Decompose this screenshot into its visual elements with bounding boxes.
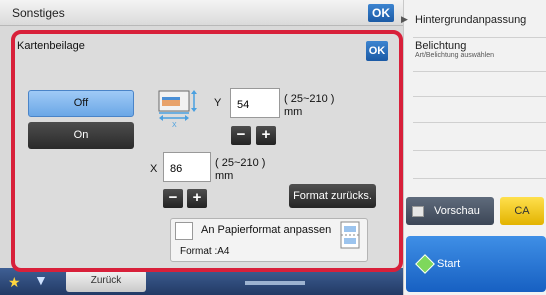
y-label: Y — [214, 97, 222, 109]
expand-arrow-icon[interactable]: ▶ — [401, 14, 408, 25]
chevron-down-icon[interactable]: ▼ — [34, 272, 48, 288]
ca-button[interactable]: CA — [500, 197, 544, 225]
x-decrease-button[interactable]: − — [163, 189, 183, 208]
side-divider — [413, 150, 546, 151]
side-divider — [413, 122, 546, 123]
start-label: Start — [437, 258, 461, 270]
format-value: Format :A4 — [180, 246, 230, 257]
side-divider — [413, 178, 546, 179]
background-title: Sonstiges — [12, 6, 65, 20]
x-increase-button[interactable]: + — [187, 189, 207, 208]
svg-text:X: X — [172, 122, 177, 128]
back-button[interactable]: Zurück — [66, 270, 146, 292]
y-unit: mm — [284, 106, 303, 118]
star-icon[interactable]: ★ — [8, 274, 21, 291]
side-item-sublabel: Art/Belichtung auswählen — [415, 52, 494, 59]
side-item-label: Belichtung — [415, 40, 467, 52]
x-range-hint: ( 25~210 ) — [215, 157, 266, 169]
x-value-input[interactable] — [163, 152, 211, 182]
bottom-bar — [0, 268, 403, 295]
bottom-scroll-indicator — [245, 281, 305, 285]
x-unit: mm — [215, 170, 234, 182]
dialog-ok-button[interactable]: OK — [366, 41, 388, 61]
off-button[interactable]: Off — [28, 90, 134, 117]
fit-paper-icon — [340, 221, 360, 249]
on-button[interactable]: On — [28, 122, 134, 149]
card-position-icon: X — [158, 90, 197, 128]
side-item-label: Hintergrundanpassung — [415, 14, 527, 26]
background-ok-button[interactable]: OK — [368, 4, 394, 22]
side-divider — [413, 96, 546, 97]
preview-icon — [412, 206, 424, 217]
y-decrease-button[interactable]: − — [231, 126, 251, 145]
x-label: X — [150, 163, 158, 175]
fit-paper-label: An Papierformat anpassen — [201, 224, 332, 236]
y-range-hint: ( 25~210 ) — [284, 93, 335, 105]
side-item-hintergrundanpassung[interactable]: Hintergrundanpassung — [413, 8, 546, 38]
side-item-belichtung[interactable]: Belichtung Art/Belichtung auswählen — [413, 38, 546, 72]
dialog-title: Kartenbeilage — [17, 40, 85, 52]
reset-format-button[interactable]: Format zurücks. — [289, 184, 376, 208]
fit-paper-checkbox[interactable] — [175, 222, 193, 240]
y-value-input[interactable] — [230, 88, 280, 118]
y-increase-button[interactable]: + — [256, 126, 276, 145]
